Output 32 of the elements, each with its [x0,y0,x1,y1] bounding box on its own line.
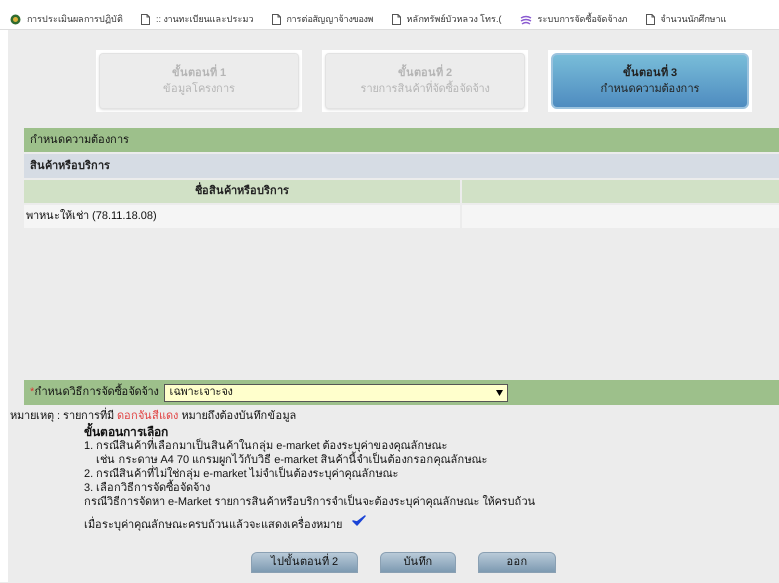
bookmark-link[interactable]: จำนวนนักศึกษาแ [646,12,727,26]
action-button[interactable]: บันทึก [380,552,456,572]
step-tab[interactable]: ขั้นตอนที่ 3 กำหนดความต้องการ [551,53,749,109]
checkmark-icon [352,514,366,526]
instruction-text: เมื่อระบุค่าคุณลักษณะครบถ้วนแล้วจะแสดงเครื่องหมาย [84,518,342,532]
bookmark-link[interactable]: ระบบการจัดซื้อจัดจ้างภ [520,12,628,26]
instructions-title: ขั้นตอนการเลือก [84,424,168,438]
column-header: ชื่อสินค้าหรือบริการ [24,180,460,203]
action-button[interactable]: ไปขั้นตอนที่ 2 [251,552,358,572]
method-select[interactable]: เฉพาะเจาะจง [164,384,508,402]
instruction-text: 2. กรณีสินค้าที่ไม่ใช่กลุ่ม e-market ไม่จำเป็นต้องระบุค่าคุณลักษณะ [84,466,399,480]
emblem-icon [10,14,21,25]
subsection-header: สินค้าหรือบริการ [24,154,779,178]
bookmark-link[interactable]: การต่อสัญญาจ้างของพ [272,12,374,26]
bookmark-link[interactable]: การประเมินผลการปฏิบัติ [10,12,123,26]
note-text: หมายเหตุ : รายการที่มี ดอกจันสีแดง หมายถึงต้องบันทึกข้อมูล [10,408,779,424]
dropdown-arrow-icon [496,390,504,396]
table-cell: พาหนะให้เช่า (78.11.18.08) [24,205,460,228]
page-icon [646,14,655,25]
page-icon [272,14,281,25]
page-icon [141,14,150,25]
instruction-text: 3. เลือกวิธีการจัดซื้อจัดจ้าง [84,480,212,494]
instruction-text: 1. กรณีสินค้าที่เลือกมาเป็นสินค้าในกลุ่ม e-market ต้องระบุค่าของคุณลักษณะ [84,438,779,452]
page-icon [392,14,401,25]
bookmark-link[interactable]: หลักทรัพย์บัวหลวง โทร.( [392,12,502,26]
field-label: *กำหนดวิธีการจัดซื้อจัดจ้าง [30,384,158,401]
instruction-text: กรณีวิธีการจัดหา e-Market รายการสินค้าหรือบริการจำเป็นจะต้องระบุค่าคุณลักษณะ ให้ครบถ้วน [84,494,537,508]
action-button[interactable]: ออก [478,552,556,572]
bookmark-link[interactable]: :: งานทะเบียนและประมว [141,12,254,26]
swirl-icon [520,14,532,24]
section-header: กำหนดความต้องการ [24,128,779,152]
instruction-text: เช่น กระดาษ A4 70 แกรมผูกไว้กับวิธี e-market สินค้านี้จำเป็นต้องกรอกคุณลักษณะ [95,452,489,466]
